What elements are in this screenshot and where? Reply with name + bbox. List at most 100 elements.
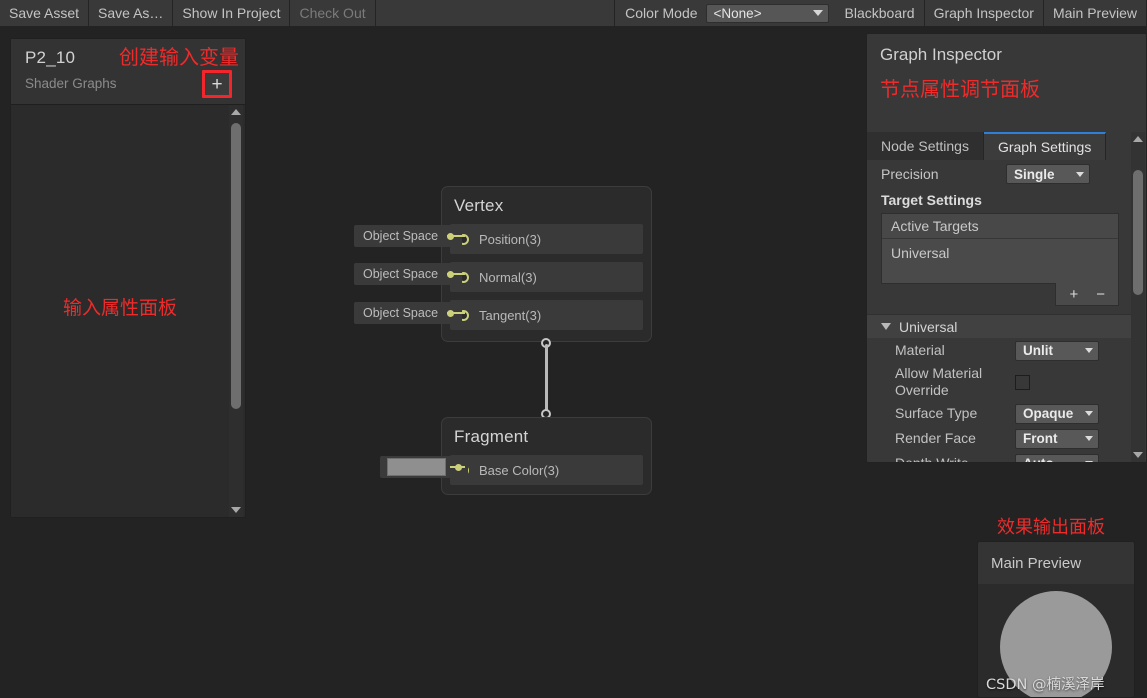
vertex-tangent-space-field[interactable]: Object Space [354,302,463,324]
toolbar: Save Asset Save As… Show In Project Chec… [0,0,1147,27]
scroll-down-arrow-icon[interactable] [1133,452,1143,458]
vertex-port-tangent[interactable]: Tangent(3) [450,300,643,330]
graph-inspector-toggle-button[interactable]: Graph Inspector [924,0,1044,26]
property-row-render-face: Render Face Front [867,426,1133,451]
vertex-normal-space-value: Object Space [363,267,439,281]
annotation-create-input-variable: 创建输入变量 [119,45,239,69]
blackboard-body: 输入属性面板 [11,105,245,517]
remove-target-button[interactable]: − [1087,287,1114,302]
save-as-button[interactable]: Save As… [89,0,174,26]
vertex-node[interactable]: Vertex Position(3) Normal(3) Tangent(3) [441,186,652,342]
blackboard-scroll-thumb[interactable] [231,123,241,409]
plus-icon: + [211,73,223,95]
vertex-position-space-field[interactable]: Object Space [354,225,463,247]
vertex-node-title: Vertex [454,196,504,215]
graph-inspector-title: Graph Inspector [880,45,1002,64]
vertex-position-space-value: Object Space [363,229,439,243]
tab-graph-settings[interactable]: Graph Settings [983,132,1107,160]
vertex-position-wire [447,235,465,237]
chevron-down-icon [1085,461,1093,462]
vertex-normal-space-field[interactable]: Object Space [354,263,463,285]
annotation-input-properties-panel: 输入属性面板 [63,297,178,319]
inspector-scroll-thumb[interactable] [1133,170,1143,295]
blackboard-toggle-button[interactable]: Blackboard [835,0,925,26]
precision-dropdown[interactable]: Single [1006,164,1090,184]
fragment-base-color-wire [450,466,465,468]
precision-row: Precision Single [867,160,1133,188]
fragment-port-base-color[interactable]: Base Color(3) [450,455,643,485]
property-row-allow-material-override: Allow Material Override [867,363,1133,401]
surface-type-label: Surface Type [895,405,978,421]
graph-settings-content: Precision Single Target Settings Active … [867,160,1133,462]
blackboard-scroll-track[interactable] [229,119,243,503]
inspector-scrollbar[interactable] [1131,132,1145,462]
add-target-button[interactable]: + [1060,287,1087,302]
shader-graph-window: Save Asset Save As… Show In Project Chec… [0,0,1147,698]
active-targets-header: Active Targets [882,214,1118,239]
toolbar-spacer [375,0,616,26]
scroll-up-arrow-icon[interactable] [231,109,241,115]
vertex-tangent-wire [447,312,465,314]
vertex-tangent-space-value: Object Space [363,306,439,320]
allow-material-override-checkbox[interactable] [1015,374,1030,390]
toolbar-right-group: Blackboard Graph Inspector Main Preview [835,0,1147,26]
vertex-port-normal-label: Normal(3) [479,269,537,285]
vertex-port-position[interactable]: Position(3) [450,224,643,254]
vertex-normal-wire [447,273,465,275]
color-mode-value: <None> [713,5,762,21]
material-label: Material [895,342,945,358]
render-face-label: Render Face [895,430,976,446]
surface-type-value: Opaque [1023,406,1074,421]
property-row-material: Material Unlit [867,338,1133,363]
color-mode-label: Color Mode [615,0,706,26]
target-settings-label: Target Settings [881,192,982,208]
blackboard-add-property-button[interactable]: + [202,70,232,98]
depth-write-dropdown[interactable]: Auto [1015,453,1099,462]
chevron-down-icon [1085,411,1093,416]
universal-section-header[interactable]: Universal [867,314,1133,338]
vertex-port-normal[interactable]: Normal(3) [450,262,643,292]
property-row-surface-type: Surface Type Opaque [867,401,1133,426]
target-buttons-row: + − [867,283,1119,306]
scroll-down-arrow-icon[interactable] [231,507,241,513]
scroll-up-arrow-icon[interactable] [1133,136,1143,142]
precision-label: Precision [881,166,939,182]
base-color-swatch[interactable] [387,458,446,476]
surface-type-dropdown[interactable]: Opaque [1015,403,1099,424]
main-preview-body[interactable]: CSDN @楠溪泽岸 [978,584,1134,697]
chevron-down-icon [812,10,823,16]
check-out-button[interactable]: Check Out [290,0,376,26]
depth-write-label: Depth Write [895,455,969,463]
color-mode-dropdown[interactable]: <None> [705,3,829,23]
main-preview-toggle-button[interactable]: Main Preview [1043,0,1147,26]
allow-material-override-label: Allow Material Override [895,365,983,398]
chevron-down-icon [1085,436,1093,441]
fragment-node[interactable]: Fragment Base Color(3) [441,417,652,495]
target-button-group: + − [1055,283,1119,306]
blackboard-scrollbar[interactable] [229,105,243,517]
active-target-item-universal[interactable]: Universal [882,239,1118,283]
render-face-dropdown[interactable]: Front [1015,428,1099,449]
main-preview-panel[interactable]: Main Preview CSDN @楠溪泽岸 [977,541,1135,698]
chevron-down-icon [1085,348,1093,353]
inspector-scroll-track[interactable] [1131,146,1145,448]
fragment-node-title: Fragment [454,427,529,446]
active-targets-box[interactable]: Active Targets Universal [881,213,1119,284]
chevron-down-icon [1076,171,1084,177]
annotation-node-property-panel: 节点属性调节面板 [880,77,1040,101]
vertex-port-position-label: Position(3) [479,231,542,247]
vertex-fragment-link [545,344,548,416]
vertex-port-tangent-label: Tangent(3) [479,307,542,323]
annotation-effect-output-panel: 效果输出面板 [997,517,1105,538]
depth-write-value: Auto [1023,456,1054,462]
save-asset-button[interactable]: Save Asset [0,0,90,26]
property-row-depth-write: Depth Write Auto [867,451,1133,463]
triangle-down-icon [881,323,891,330]
material-dropdown[interactable]: Unlit [1015,340,1099,361]
precision-value: Single [1014,166,1055,182]
fragment-port-base-color-label: Base Color(3) [479,462,560,478]
graph-inspector-tabs: Node Settings Graph Settings [867,132,1146,160]
blackboard-panel[interactable]: P2_10 Shader Graphs + 输入属性面板 [10,38,246,518]
show-in-project-button[interactable]: Show In Project [173,0,291,26]
tab-node-settings[interactable]: Node Settings [867,132,984,160]
